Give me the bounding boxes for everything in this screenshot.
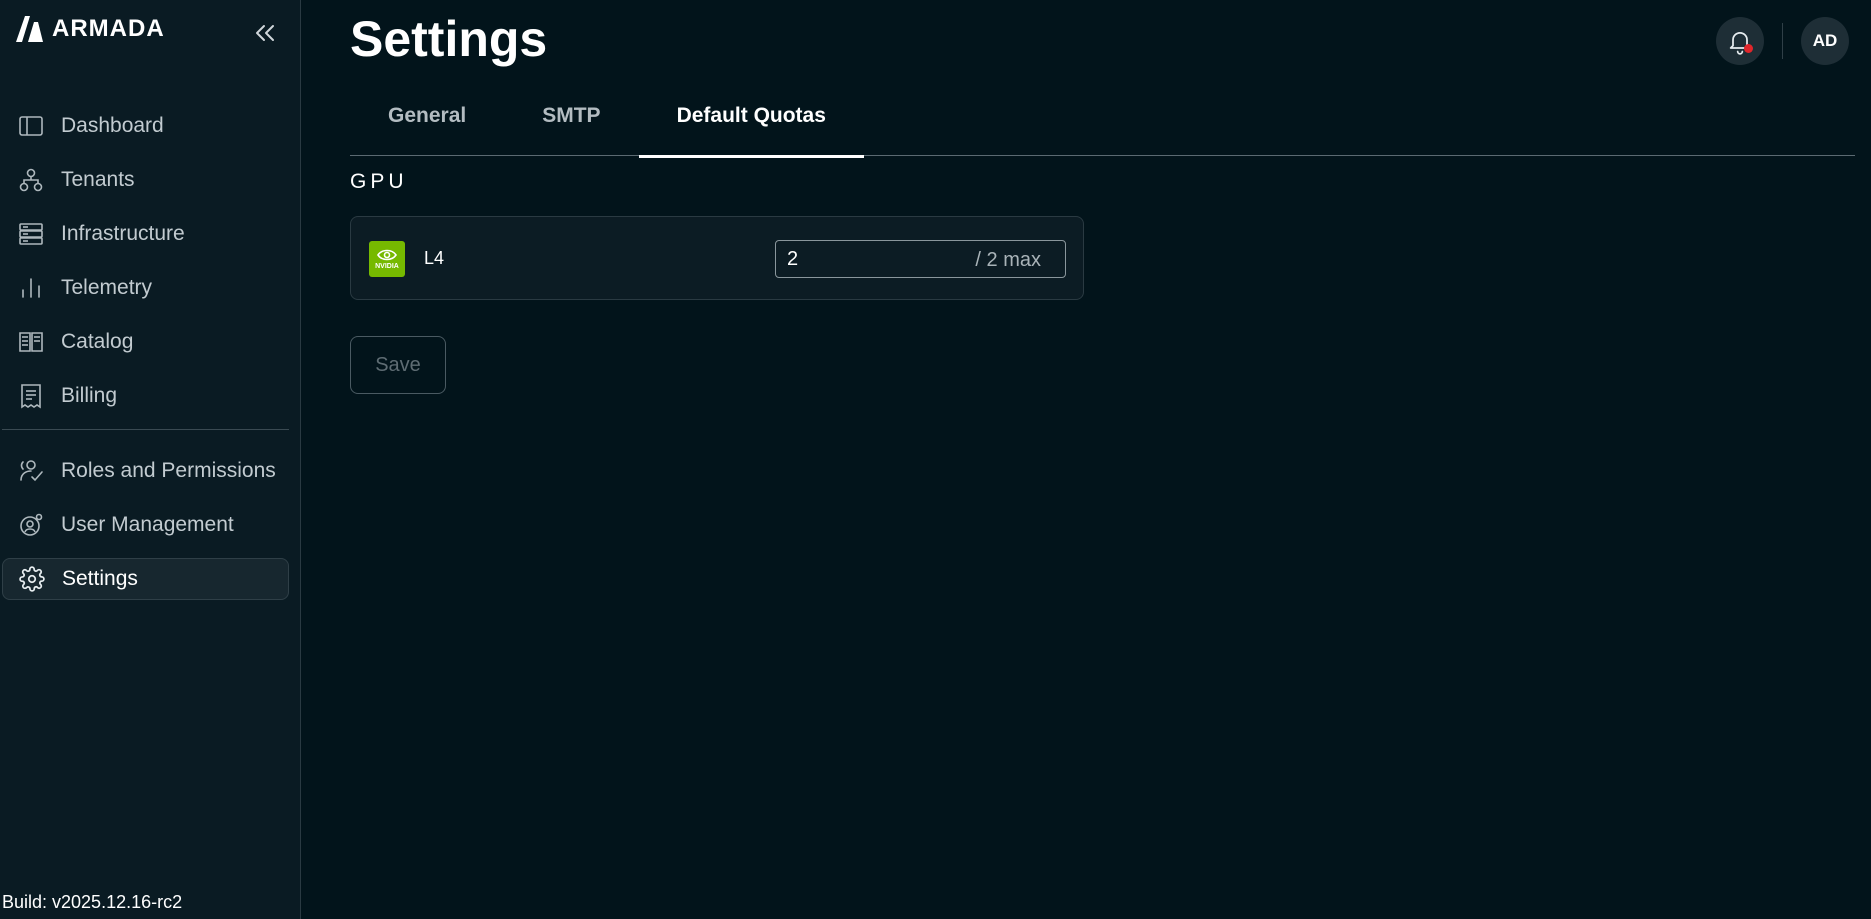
tab-general[interactable]: General (350, 94, 504, 156)
tenants-icon (17, 166, 45, 194)
nvidia-logo-icon: NVIDIA (369, 241, 405, 277)
collapse-sidebar-button[interactable] (250, 18, 280, 48)
nvidia-logo-text: NVIDIA (375, 263, 399, 270)
topbar-separator (1782, 23, 1783, 59)
double-chevron-left-icon (256, 25, 274, 41)
logo-text: ARMADA (52, 15, 165, 42)
sidebar-item-label: Billing (61, 384, 118, 407)
armada-logo-icon (16, 16, 43, 42)
tab-default-quotas[interactable]: Default Quotas (638, 94, 865, 158)
quota-max-label: / 2 max (975, 249, 1041, 271)
sidebar-item-label: Dashboard (61, 114, 164, 137)
quota-value-input[interactable] (776, 247, 956, 271)
sidebar-item-label: Settings (62, 567, 138, 590)
user-management-icon (17, 511, 45, 539)
telemetry-icon (17, 274, 45, 302)
save-button[interactable]: Save (350, 336, 446, 394)
sidebar-item-label: Telemetry (61, 276, 153, 299)
gpu-name: L4 (424, 248, 445, 268)
roles-icon (17, 457, 45, 485)
sidebar-item-catalog[interactable]: Catalog (2, 321, 289, 363)
infrastructure-icon (17, 220, 45, 248)
sidebar-item-settings[interactable]: Settings (2, 558, 289, 600)
tab-smtp[interactable]: SMTP (504, 94, 638, 156)
sidebar-item-dashboard[interactable]: Dashboard (2, 105, 289, 147)
topbar-actions: AD (1716, 17, 1849, 65)
sidebar: ARMADA Dashboard Tenants Infrastructure (0, 0, 301, 919)
sidebar-item-telemetry[interactable]: Telemetry (2, 267, 289, 309)
dashboard-icon (17, 112, 45, 140)
quota-input-field: / 2 max (775, 240, 1066, 278)
sidebar-item-label: User Management (61, 513, 234, 536)
sidebar-divider (2, 429, 289, 430)
sidebar-item-infrastructure[interactable]: Infrastructure (2, 213, 289, 255)
armada-logo[interactable]: ARMADA (14, 14, 165, 44)
settings-tabs: General SMTP Default Quotas (350, 94, 1855, 158)
gear-icon (18, 565, 46, 593)
user-avatar[interactable]: AD (1801, 17, 1849, 65)
sidebar-item-label: Infrastructure (61, 222, 185, 245)
build-version: Build: v2025.12.16-rc2 (2, 892, 183, 912)
sidebar-item-label: Tenants (61, 168, 135, 191)
notification-badge (1744, 44, 1753, 53)
sidebar-item-label: Catalog (61, 330, 134, 353)
sidebar-nav: Dashboard Tenants Infrastructure Telemet… (2, 105, 289, 612)
sidebar-item-billing[interactable]: Billing (2, 375, 289, 417)
sidebar-item-tenants[interactable]: Tenants (2, 159, 289, 201)
gpu-quota-card: NVIDIA L4 / 2 max (350, 216, 1084, 300)
billing-icon (17, 382, 45, 410)
sidebar-item-user-management[interactable]: User Management (2, 504, 289, 546)
sidebar-item-roles-and-permissions[interactable]: Roles and Permissions (2, 450, 289, 492)
catalog-icon (17, 328, 45, 356)
section-title-gpu: GPU (350, 170, 408, 193)
notifications-button[interactable] (1716, 17, 1764, 65)
sidebar-item-label: Roles and Permissions (61, 459, 276, 482)
page-title: Settings (350, 11, 548, 67)
